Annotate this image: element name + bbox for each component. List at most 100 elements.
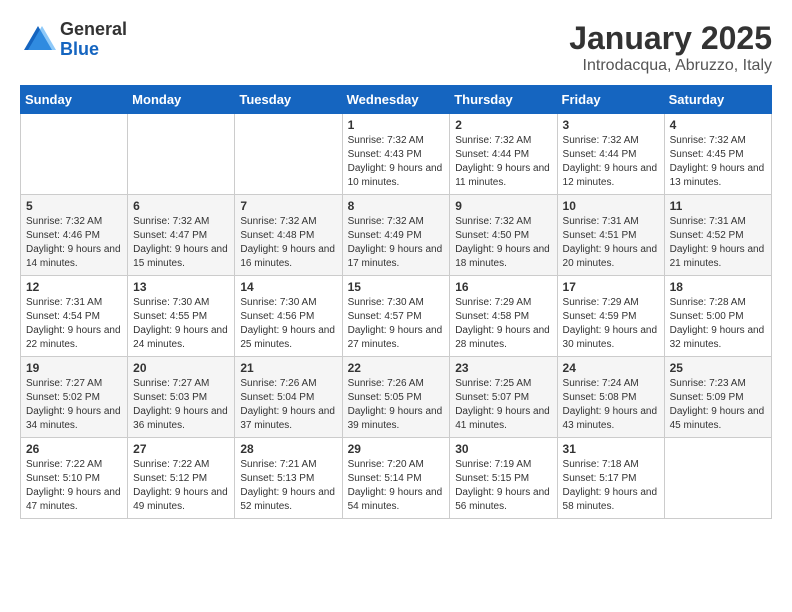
day-info: Sunrise: 7:32 AMSunset: 4:50 PMDaylight:… <box>455 215 551 271</box>
day-info: Sunrise: 7:32 AMSunset: 4:47 PMDaylight:… <box>133 215 229 271</box>
day-number: 27 <box>133 442 229 456</box>
calendar-cell: 2Sunrise: 7:32 AMSunset: 4:44 PMDaylight… <box>450 114 557 195</box>
calendar-header-sunday: Sunday <box>21 86 128 114</box>
calendar-header-saturday: Saturday <box>664 86 771 114</box>
location: Introdacqua, Abruzzo, Italy <box>569 57 772 75</box>
day-number: 13 <box>133 280 229 294</box>
day-info: Sunrise: 7:27 AMSunset: 5:03 PMDaylight:… <box>133 377 229 433</box>
day-info: Sunrise: 7:19 AMSunset: 5:15 PMDaylight:… <box>455 458 551 514</box>
calendar-cell: 11 Sunrise: 7:31 AMSunset: 4:52 PMDayligh… <box>664 195 771 276</box>
calendar-cell: 7 Sunrise: 7:32 AMSunset: 4:48 PMDaylight… <box>235 195 342 276</box>
calendar-cell: 13 Sunrise: 7:30 AMSunset: 4:55 PMDayligh… <box>128 276 235 357</box>
day-number: 7 <box>240 199 336 213</box>
day-info: Sunrise: 7:32 AMSunset: 4:48 PMDaylight:… <box>240 215 336 271</box>
day-info: Sunrise: 7:22 AMSunset: 5:10 PMDaylight:… <box>26 458 122 514</box>
day-info: Sunrise: 7:32 AMSunset: 4:45 PMDaylight:… <box>670 134 766 190</box>
calendar-header-row: SundayMondayTuesdayWednesdayThursdayFrid… <box>21 86 772 114</box>
calendar-cell: 26 Sunrise: 7:22 AMSunset: 5:10 PMDayligh… <box>21 438 128 519</box>
day-number: 5 <box>26 199 122 213</box>
day-number: 29 <box>348 442 445 456</box>
day-number: 9 <box>455 199 551 213</box>
day-info: Sunrise: 7:21 AMSunset: 5:13 PMDaylight:… <box>240 458 336 514</box>
calendar-cell: 30 Sunrise: 7:19 AMSunset: 5:15 PMDayligh… <box>450 438 557 519</box>
calendar-cell: 12 Sunrise: 7:31 AMSunset: 4:54 PMDayligh… <box>21 276 128 357</box>
calendar-cell: 27 Sunrise: 7:22 AMSunset: 5:12 PMDayligh… <box>128 438 235 519</box>
title-block: January 2025 Introdacqua, Abruzzo, Italy <box>569 20 772 75</box>
day-number: 25 <box>670 361 766 375</box>
calendar-cell: 22 Sunrise: 7:26 AMSunset: 5:05 PMDayligh… <box>342 357 450 438</box>
day-number: 20 <box>133 361 229 375</box>
calendar-cell: 18 Sunrise: 7:28 AMSunset: 5:00 PMDayligh… <box>664 276 771 357</box>
calendar-header-tuesday: Tuesday <box>235 86 342 114</box>
day-number: 16 <box>455 280 551 294</box>
day-number: 23 <box>455 361 551 375</box>
day-info: Sunrise: 7:25 AMSunset: 5:07 PMDaylight:… <box>455 377 551 433</box>
day-info: Sunrise: 7:29 AMSunset: 4:58 PMDaylight:… <box>455 296 551 352</box>
day-info: Sunrise: 7:26 AMSunset: 5:04 PMDaylight:… <box>240 377 336 433</box>
calendar-cell: 16 Sunrise: 7:29 AMSunset: 4:58 PMDayligh… <box>450 276 557 357</box>
calendar-cell: 20 Sunrise: 7:27 AMSunset: 5:03 PMDayligh… <box>128 357 235 438</box>
calendar-cell: 8Sunrise: 7:32 AMSunset: 4:49 PMDaylight… <box>342 195 450 276</box>
day-number: 14 <box>240 280 336 294</box>
day-info: Sunrise: 7:24 AMSunset: 5:08 PMDaylight:… <box>563 377 659 433</box>
logo-blue-text: Blue <box>60 40 127 60</box>
day-number: 28 <box>240 442 336 456</box>
calendar-header-wednesday: Wednesday <box>342 86 450 114</box>
day-info: Sunrise: 7:30 AMSunset: 4:56 PMDaylight:… <box>240 296 336 352</box>
day-number: 11 <box>670 199 766 213</box>
day-number: 30 <box>455 442 551 456</box>
day-number: 12 <box>26 280 122 294</box>
day-number: 3 <box>563 118 659 132</box>
calendar-cell: 17 Sunrise: 7:29 AMSunset: 4:59 PMDayligh… <box>557 276 664 357</box>
day-number: 22 <box>348 361 445 375</box>
day-info: Sunrise: 7:30 AMSunset: 4:55 PMDaylight:… <box>133 296 229 352</box>
day-number: 31 <box>563 442 659 456</box>
calendar-cell: 15Sunrise: 7:30 AMSunset: 4:57 PMDayligh… <box>342 276 450 357</box>
day-info: Sunrise: 7:30 AMSunset: 4:57 PMDaylight:… <box>348 296 445 352</box>
page-header: General Blue January 2025 Introdacqua, A… <box>20 20 772 75</box>
calendar-cell: 23 Sunrise: 7:25 AMSunset: 5:07 PMDayligh… <box>450 357 557 438</box>
calendar-cell: 29 Sunrise: 7:20 AMSunset: 5:14 PMDayligh… <box>342 438 450 519</box>
logo-text: General Blue <box>60 20 127 60</box>
calendar-cell: 24Sunrise: 7:24 AMSunset: 5:08 PMDayligh… <box>557 357 664 438</box>
day-info: Sunrise: 7:18 AMSunset: 5:17 PMDaylight:… <box>563 458 659 514</box>
logo: General Blue <box>20 20 127 60</box>
calendar-week-2: 5Sunrise: 7:32 AMSunset: 4:46 PMDaylight… <box>21 195 772 276</box>
day-info: Sunrise: 7:32 AMSunset: 4:49 PMDaylight:… <box>348 215 445 271</box>
day-number: 1 <box>348 118 445 132</box>
calendar-cell: 4 Sunrise: 7:32 AMSunset: 4:45 PMDaylight… <box>664 114 771 195</box>
calendar-week-5: 26 Sunrise: 7:22 AMSunset: 5:10 PMDayligh… <box>21 438 772 519</box>
day-info: Sunrise: 7:31 AMSunset: 4:52 PMDaylight:… <box>670 215 766 271</box>
day-info: Sunrise: 7:29 AMSunset: 4:59 PMDaylight:… <box>563 296 659 352</box>
calendar-cell: 6 Sunrise: 7:32 AMSunset: 4:47 PMDaylight… <box>128 195 235 276</box>
day-info: Sunrise: 7:28 AMSunset: 5:00 PMDaylight:… <box>670 296 766 352</box>
day-number: 6 <box>133 199 229 213</box>
calendar-week-3: 12 Sunrise: 7:31 AMSunset: 4:54 PMDayligh… <box>21 276 772 357</box>
day-number: 19 <box>26 361 122 375</box>
logo-icon <box>20 22 56 58</box>
calendar-cell <box>235 114 342 195</box>
day-info: Sunrise: 7:22 AMSunset: 5:12 PMDaylight:… <box>133 458 229 514</box>
day-number: 4 <box>670 118 766 132</box>
day-number: 26 <box>26 442 122 456</box>
calendar-cell: 1Sunrise: 7:32 AMSunset: 4:43 PMDaylight… <box>342 114 450 195</box>
day-number: 18 <box>670 280 766 294</box>
day-number: 10 <box>563 199 659 213</box>
day-number: 2 <box>455 118 551 132</box>
day-info: Sunrise: 7:23 AMSunset: 5:09 PMDaylight:… <box>670 377 766 433</box>
day-info: Sunrise: 7:26 AMSunset: 5:05 PMDaylight:… <box>348 377 445 433</box>
day-info: Sunrise: 7:27 AMSunset: 5:02 PMDaylight:… <box>26 377 122 433</box>
calendar-header-friday: Friday <box>557 86 664 114</box>
calendar-cell: 25 Sunrise: 7:23 AMSunset: 5:09 PMDayligh… <box>664 357 771 438</box>
day-info: Sunrise: 7:31 AMSunset: 4:54 PMDaylight:… <box>26 296 122 352</box>
calendar-cell <box>128 114 235 195</box>
calendar-cell: 19 Sunrise: 7:27 AMSunset: 5:02 PMDayligh… <box>21 357 128 438</box>
day-number: 17 <box>563 280 659 294</box>
calendar-week-4: 19 Sunrise: 7:27 AMSunset: 5:02 PMDayligh… <box>21 357 772 438</box>
logo-general: General <box>60 20 127 40</box>
calendar-cell: 31 Sunrise: 7:18 AMSunset: 5:17 PMDayligh… <box>557 438 664 519</box>
calendar-cell: 14 Sunrise: 7:30 AMSunset: 4:56 PMDayligh… <box>235 276 342 357</box>
day-number: 21 <box>240 361 336 375</box>
day-info: Sunrise: 7:20 AMSunset: 5:14 PMDaylight:… <box>348 458 445 514</box>
calendar: SundayMondayTuesdayWednesdayThursdayFrid… <box>20 85 772 519</box>
